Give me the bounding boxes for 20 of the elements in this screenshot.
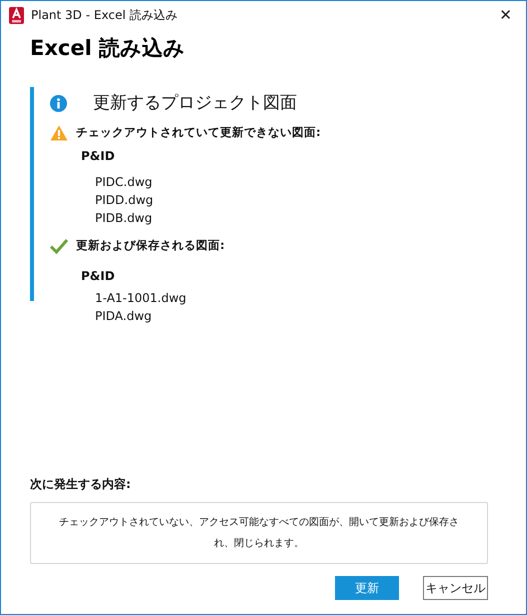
info-icon — [50, 94, 67, 112]
section-title: 更新するプロジェクト図面 — [93, 92, 297, 114]
file-name: PIDB.dwg — [95, 210, 152, 228]
message-text: チェックアウトされていない、アクセス可能なすべての図面が、開いて更新および保存され、閉じられます。 — [58, 516, 460, 551]
group-label: 更新および保存される図面: — [76, 237, 225, 254]
category-label: P&ID — [81, 148, 116, 166]
check-icon — [50, 238, 68, 254]
next-label: 次に発生する内容: — [30, 476, 132, 493]
app-logo-icon — [9, 6, 24, 24]
dialog-heading: Excel 読み込み — [30, 35, 186, 62]
file-name: PIDA.dwg — [95, 308, 152, 324]
cancel-button[interactable]: キャンセル — [423, 576, 488, 600]
file-name: PIDC.dwg — [95, 174, 152, 192]
category-label: P&ID — [81, 268, 116, 284]
window-title: Plant 3D - Excel 読み込み — [31, 7, 178, 24]
warning-icon — [50, 124, 68, 141]
file-name: PIDD.dwg — [95, 192, 154, 210]
group-label: チェックアウトされていて更新できない図面: — [76, 124, 321, 141]
file-name: 1-A1-1001.dwg — [95, 290, 186, 306]
close-button[interactable]: ✕ — [493, 8, 518, 22]
